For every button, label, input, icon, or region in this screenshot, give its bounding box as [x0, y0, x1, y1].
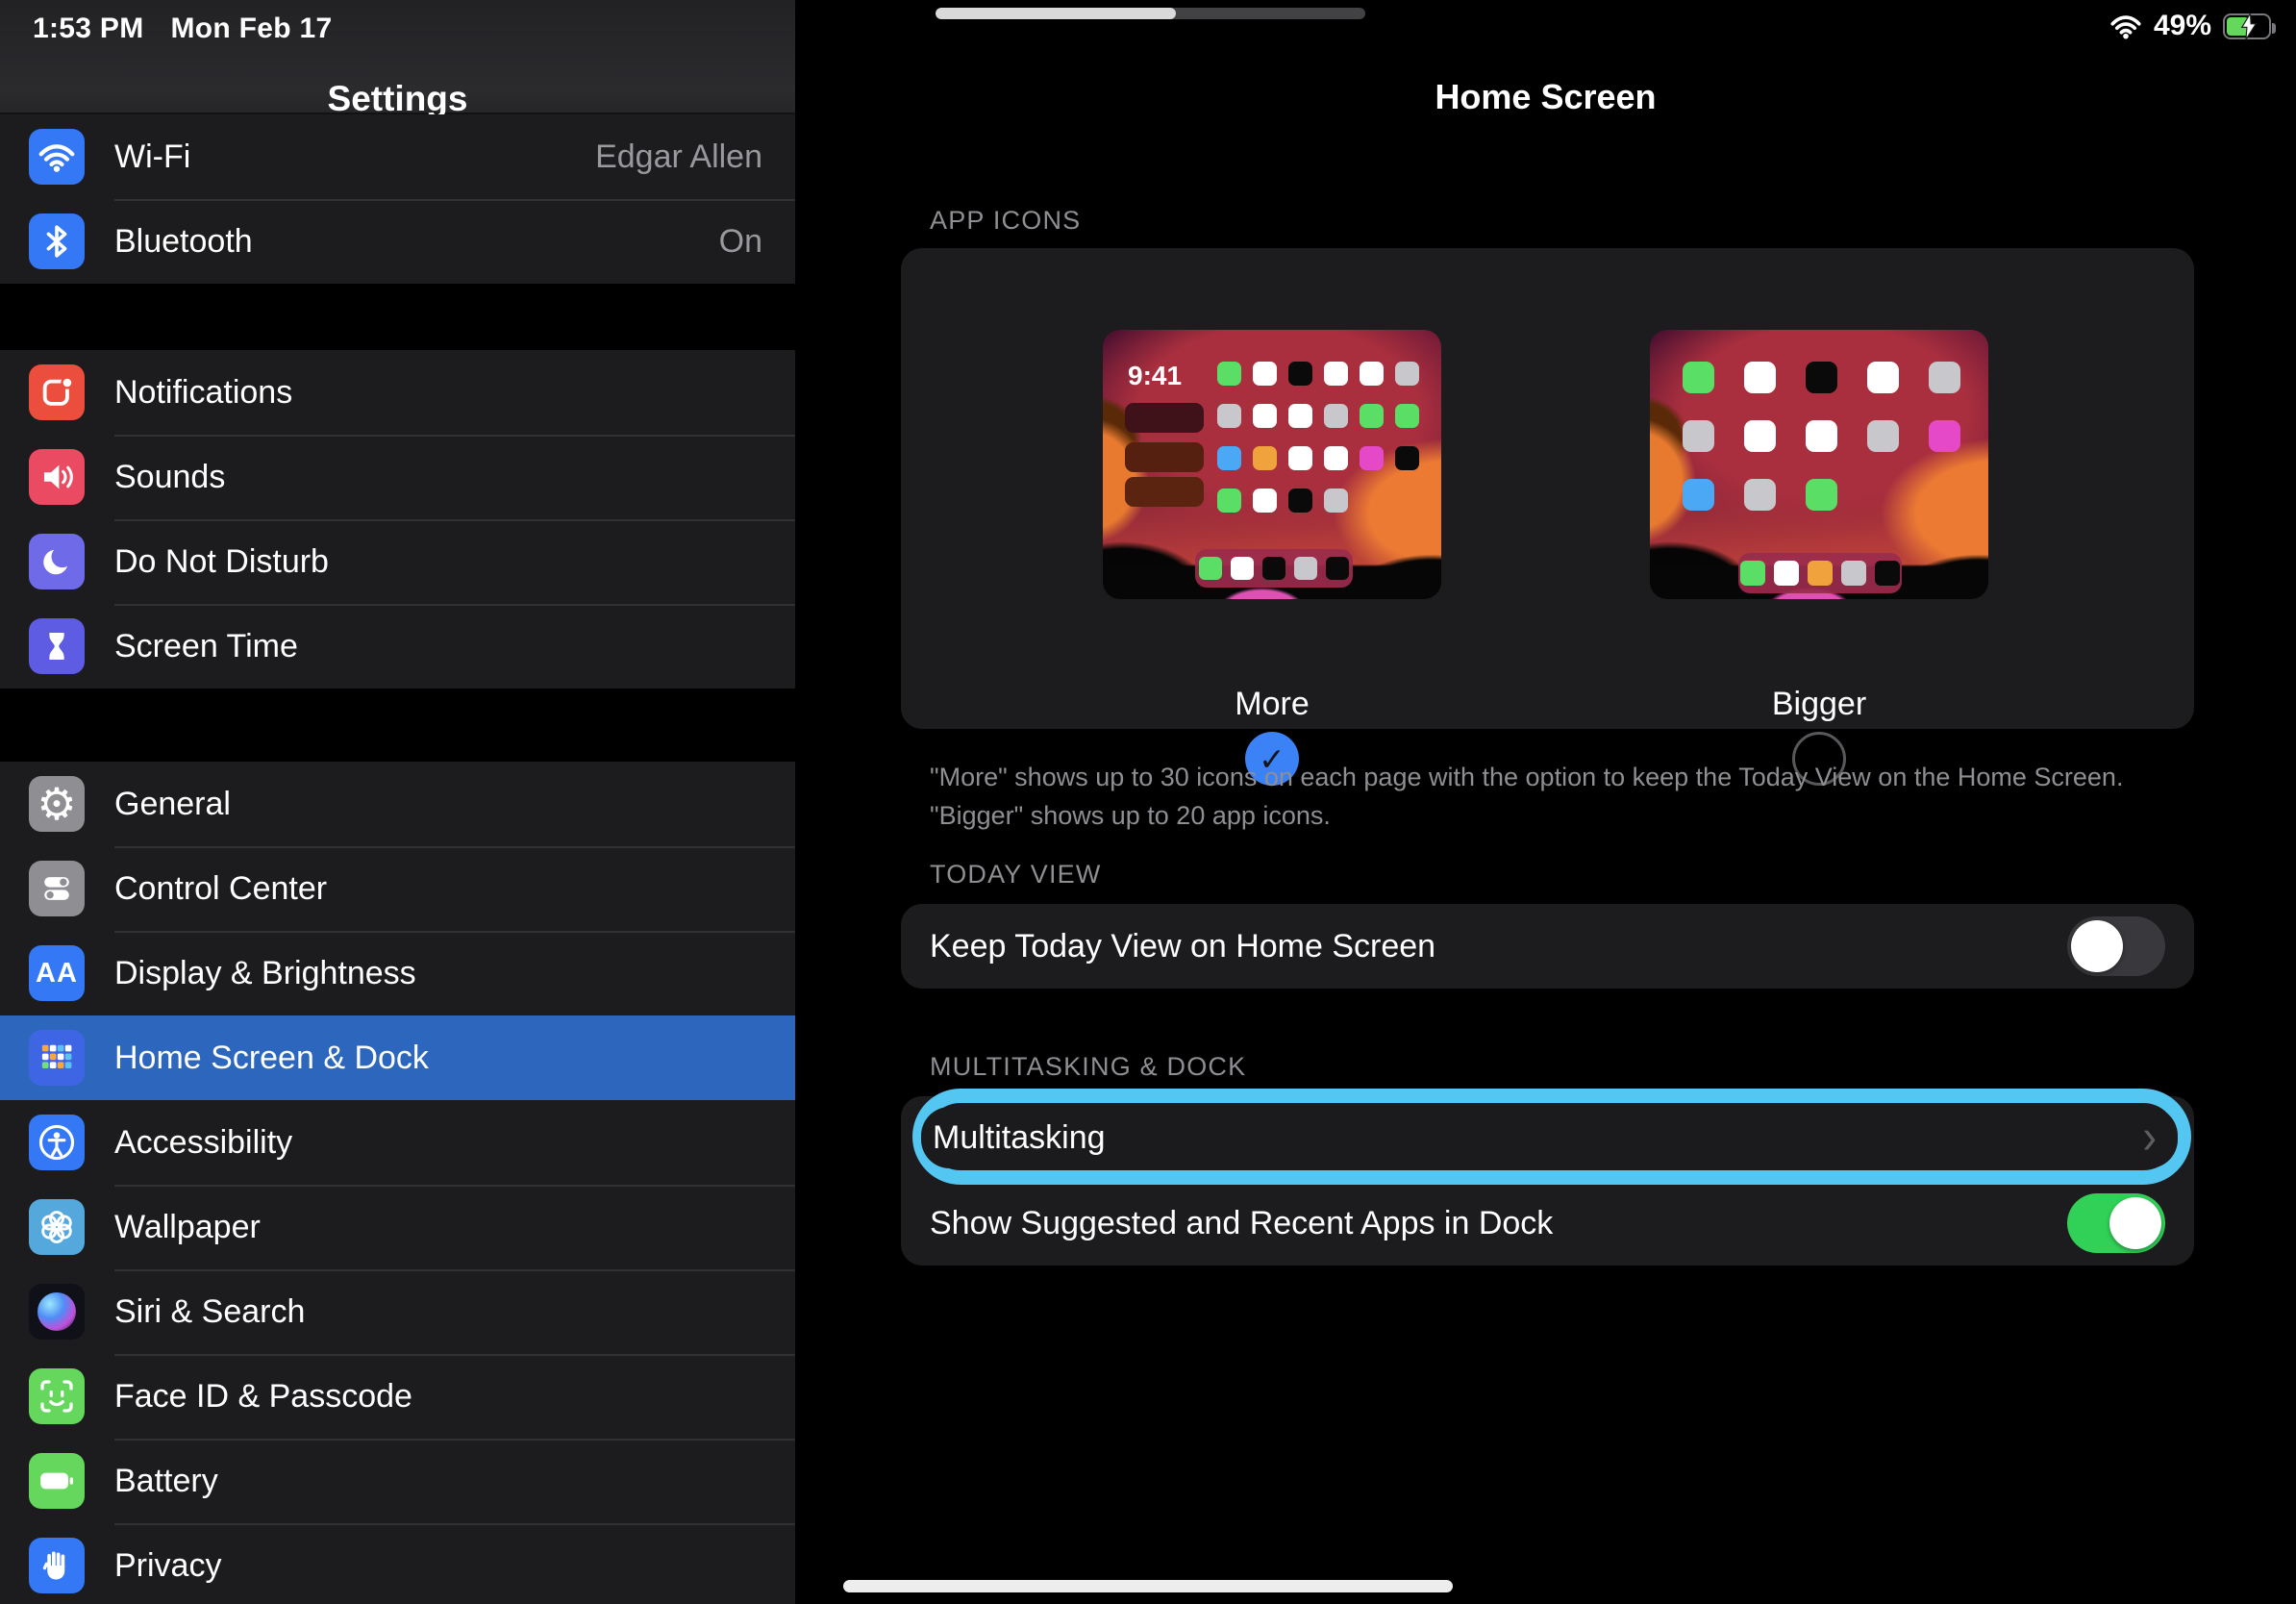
suggested-apps-toggle[interactable] [2067, 1193, 2165, 1253]
more-preview-thumbnail[interactable]: 9:41 [1103, 330, 1441, 599]
top-progress-bar-fill [936, 8, 1176, 19]
sidebar-item-home-screen-dock[interactable]: Home Screen & Dock [0, 1015, 795, 1100]
sidebar: 1:53 PM Mon Feb 17 Settings Wi-Fi Edgar … [0, 0, 795, 1604]
sidebar-item-do-not-disturb[interactable]: Do Not Disturb [0, 519, 795, 604]
siri-icon [29, 1284, 85, 1340]
bigger-app-icon-grid [1683, 362, 1960, 511]
control-center-icon [29, 861, 85, 916]
battery-icon [29, 1453, 85, 1509]
home-indicator[interactable] [843, 1580, 1453, 1592]
status-bar-left: 1:53 PM Mon Feb 17 [33, 13, 333, 45]
app-icons-footnote: "More" shows up to 30 icons on each page… [930, 758, 2218, 835]
status-time: 1:53 PM [33, 13, 143, 45]
moon-icon [29, 534, 85, 589]
today-view-card: Keep Today View on Home Screen [901, 904, 2194, 989]
display-brightness-icon: AA [29, 945, 85, 1001]
sidebar-item-label: Notifications [114, 374, 292, 412]
sidebar-item-sounds[interactable]: Sounds [0, 435, 795, 519]
wifi-network-value: Edgar Allen [595, 138, 762, 176]
today-view-row-label: Keep Today View on Home Screen [930, 904, 1435, 989]
sidebar-item-label: Screen Time [114, 628, 298, 665]
sidebar-item-notifications[interactable]: Notifications [0, 350, 795, 435]
sidebar-item-bluetooth[interactable]: Bluetooth On [0, 199, 795, 284]
sidebar-item-privacy[interactable]: Privacy [0, 1523, 795, 1604]
sidebar-item-battery[interactable]: Battery [0, 1439, 795, 1523]
sidebar-item-accessibility[interactable]: Accessibility [0, 1100, 795, 1185]
hourglass-icon [29, 618, 85, 674]
sidebar-item-label: Face ID & Passcode [114, 1378, 412, 1416]
app-icons-option-bigger[interactable]: Bigger [1650, 330, 1988, 599]
multitasking-label: Multitasking [933, 1119, 1106, 1157]
sidebar-item-label: Control Center [114, 870, 327, 908]
sidebar-header: 1:53 PM Mon Feb 17 Settings [0, 0, 795, 114]
status-bar-right: 49% [2109, 10, 2271, 42]
sidebar-item-label: Accessibility [114, 1124, 292, 1162]
face-id-icon [29, 1368, 85, 1424]
sidebar-item-label: Privacy [114, 1547, 221, 1585]
sidebar-item-label: Wi-Fi [114, 138, 190, 176]
bigger-dock [1738, 553, 1902, 593]
option-label-bigger: Bigger [1650, 686, 1988, 723]
chevron-right-icon: › [2142, 1114, 2157, 1163]
settings-app: 1:53 PM Mon Feb 17 Settings Wi-Fi Edgar … [0, 0, 2296, 1604]
wifi-status-icon [2109, 13, 2142, 39]
accessibility-icon [29, 1115, 85, 1170]
preview-clock: 9:41 [1128, 361, 1182, 391]
detail-panel: 49% Home Screen APP ICONS 9:41 [795, 0, 2296, 1604]
section-header-multitasking: MULTITASKING & DOCK [930, 1052, 1246, 1082]
battery-status-icon [2223, 13, 2271, 39]
sidebar-item-label: Display & Brightness [114, 955, 416, 992]
sidebar-item-label: General [114, 786, 231, 823]
status-date: Mon Feb 17 [170, 13, 332, 45]
sidebar-item-control-center[interactable]: Control Center [0, 846, 795, 931]
sidebar-item-general[interactable]: ⚙ General [0, 762, 795, 846]
sidebar-group-main: ⚙ General Control Center AA Display & Br… [0, 762, 795, 1604]
sidebar-item-wifi[interactable]: Wi-Fi Edgar Allen [0, 114, 795, 199]
sidebar-item-screen-time[interactable]: Screen Time [0, 604, 795, 689]
sidebar-item-label: Home Screen & Dock [114, 1040, 429, 1077]
suggested-apps-row: Show Suggested and Recent Apps in Dock [901, 1181, 2194, 1266]
section-header-today-view: TODAY VIEW [930, 860, 1102, 890]
preview-widget [1125, 403, 1204, 433]
top-progress-bar [936, 8, 1365, 19]
home-screen-dock-icon [29, 1030, 85, 1086]
sidebar-group-notifications: Notifications Sounds Do [0, 350, 795, 689]
more-app-icon-grid [1217, 362, 1419, 513]
multitasking-row[interactable]: Multitasking › [921, 1107, 2178, 1168]
sidebar-group-radios: Wi-Fi Edgar Allen Bluetooth On [0, 114, 795, 284]
speaker-icon [29, 449, 85, 505]
bluetooth-state-value: On [719, 223, 762, 261]
sidebar-item-siri-search[interactable]: Siri & Search [0, 1269, 795, 1354]
sidebar-item-wallpaper[interactable]: Wallpaper [0, 1185, 795, 1269]
sidebar-item-label: Wallpaper [114, 1209, 261, 1246]
charging-bolt-icon [2240, 13, 2258, 39]
section-header-app-icons: APP ICONS [930, 206, 1081, 236]
bigger-preview-thumbnail[interactable] [1650, 330, 1988, 599]
preview-widget [1125, 442, 1204, 472]
sidebar-item-display-brightness[interactable]: AA Display & Brightness [0, 931, 795, 1015]
gear-icon: ⚙ [29, 776, 85, 832]
battery-percent: 49% [2154, 10, 2211, 42]
sidebar-item-label: Do Not Disturb [114, 543, 329, 581]
panel-title: Home Screen [795, 77, 2296, 117]
page-title: Settings [0, 79, 795, 119]
today-view-toggle[interactable] [2067, 916, 2165, 976]
privacy-hand-icon [29, 1538, 85, 1593]
sidebar-item-face-id[interactable]: Face ID & Passcode [0, 1354, 795, 1439]
notifications-icon [29, 364, 85, 420]
option-label-more: More [1103, 686, 1441, 723]
bluetooth-icon [29, 213, 85, 269]
app-icons-option-more[interactable]: 9:41 More [1103, 330, 1441, 599]
sidebar-item-label: Bluetooth [114, 223, 253, 261]
wallpaper-icon [29, 1199, 85, 1255]
more-dock [1195, 549, 1353, 588]
wifi-icon [29, 129, 85, 185]
suggested-apps-label: Show Suggested and Recent Apps in Dock [930, 1181, 1553, 1266]
sidebar-item-label: Sounds [114, 459, 225, 496]
app-icons-card: 9:41 More Bigger [901, 248, 2194, 729]
sidebar-item-label: Battery [114, 1463, 218, 1500]
sidebar-item-label: Siri & Search [114, 1293, 305, 1331]
preview-widget [1125, 477, 1204, 507]
